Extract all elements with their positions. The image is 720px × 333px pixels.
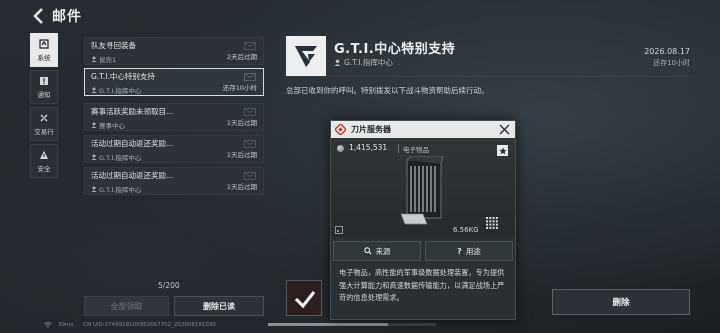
mail-title: 活动过期自动返还奖励...: [91, 171, 174, 180]
ping-text: 39ms: [58, 322, 74, 328]
divider: [286, 76, 690, 77]
question-icon: ?: [457, 246, 462, 256]
tab-notice[interactable]: 通知: [30, 70, 58, 104]
item-description: 电子物品，高性能的军事级数据处理装置，专为提供强大计算能力和高速数据传输能力，以…: [339, 268, 505, 303]
wifi-icon: [44, 322, 52, 328]
search-icon: [363, 247, 372, 255]
item-card: 刀片服务器 1,415,531 电子物品 6.56KG 来源 ? 用途 电子物品…: [330, 120, 516, 320]
claim-all-button[interactable]: 全部领取: [84, 296, 169, 316]
mail-item[interactable]: G.T.I.中心特别支持 G.T.I.指挥中心 还存10小时: [84, 68, 264, 96]
mail-item[interactable]: 活动过期自动返还奖励... G.T.I.指挥中心 1天后过期: [84, 135, 264, 163]
person-icon: [91, 56, 97, 62]
uid-text: CN UID:2749918105952667702_202608181030: [83, 322, 216, 328]
gti-logo-icon: [295, 46, 317, 67]
notice-icon: [40, 76, 48, 85]
envelope-icon: [244, 108, 256, 116]
person-icon: [91, 122, 97, 128]
person-icon: [91, 186, 97, 192]
mail-sender: 鼠壳1: [99, 56, 117, 64]
checkmark-icon: [294, 291, 316, 309]
expand-corner-icon: [335, 226, 343, 234]
tab-label: 安全: [37, 164, 51, 173]
mail-item[interactable]: 队友寻回装备 鼠壳1 2天后过期: [84, 37, 264, 65]
mail-expire: 2天后过期: [226, 53, 257, 61]
mail-detail-sender: G.T.I.指挥中心: [334, 57, 393, 68]
mail-sender: G.T.I.指挥中心: [99, 186, 142, 194]
mail-expire: 还存10小时: [222, 84, 257, 92]
mail-counter: 5/200: [158, 281, 180, 290]
mail-expire: 1天后过期: [226, 183, 257, 191]
back-arrow-icon[interactable]: [30, 7, 48, 25]
item-card-header: 刀片服务器: [331, 121, 515, 138]
system-icon: [39, 38, 49, 49]
status-bar: 39ms CN UID:2749918105952667702_20260818…: [44, 322, 216, 328]
envelope-icon: [244, 73, 256, 81]
usage-label: 用途: [465, 246, 481, 256]
attachment-slot[interactable]: [286, 280, 322, 316]
mail-remaining: 还存10小时: [653, 59, 690, 67]
slider-fill: [268, 323, 388, 326]
item-size-grid-icon: [486, 217, 498, 229]
tab-label: 通知: [37, 90, 51, 99]
mail-item[interactable]: 赛事活跃奖励未领取目... 赛事中心 1天后过期: [84, 103, 264, 131]
item-price: 1,415,531: [349, 143, 388, 152]
mail-title: G.T.I.中心特别支持: [91, 72, 155, 81]
page-title: 邮件: [52, 9, 82, 25]
mail-expire: 1天后过期: [226, 119, 257, 127]
scroll-slider[interactable]: [268, 323, 436, 326]
mail-title: 赛事活跃奖励未领取目...: [91, 107, 174, 116]
mail-expire: 1天后过期: [226, 151, 257, 159]
item-preview: 1,415,531 电子物品 6.56KG: [331, 138, 515, 238]
mail-body: 总部已收到你的呼叫。特别拨发以下战斗物资帮助后续行动。: [286, 86, 489, 95]
sender-logo: [286, 36, 326, 76]
mail-sender: 赛事中心: [99, 122, 125, 130]
tab-label: 交易行: [34, 127, 54, 136]
delete-mail-button[interactable]: 删除: [552, 289, 690, 315]
source-label: 来源: [375, 246, 391, 256]
security-icon: [40, 150, 48, 159]
tab-label: 系统: [37, 53, 51, 62]
person-icon: [334, 59, 341, 66]
tab-trade[interactable]: 交易行: [30, 107, 58, 141]
mail-title: 活动过期自动返还奖励...: [91, 139, 174, 148]
item-weight: 6.56KG: [453, 226, 479, 234]
mail-item[interactable]: 活动过期自动返还奖励... G.T.I.指挥中心 1天后过期: [84, 167, 264, 195]
mail-detail-title: G.T.I.中心特别支持: [334, 42, 456, 57]
coin-icon: [337, 145, 344, 152]
envelope-icon: [244, 172, 256, 180]
person-icon: [91, 154, 97, 160]
rarity-icon: [335, 124, 346, 135]
separator: [398, 144, 399, 153]
tab-security[interactable]: 安全: [30, 144, 58, 178]
item-category: 电子物品: [403, 146, 429, 154]
envelope-icon: [244, 42, 256, 50]
blade-server-image: [400, 156, 444, 225]
mail-date: 2026.08.17: [644, 47, 690, 56]
item-source-button[interactable]: 来源: [333, 241, 421, 261]
sender-name: G.T.I.指挥中心: [344, 58, 393, 67]
item-usage-button[interactable]: ? 用途: [425, 241, 513, 261]
trade-icon: [40, 114, 48, 121]
mail-title: 队友寻回装备: [91, 41, 136, 50]
envelope-icon: [244, 140, 256, 148]
close-icon[interactable]: [498, 123, 511, 136]
delete-read-button[interactable]: 删除已读: [174, 296, 264, 316]
favorite-star-icon[interactable]: [497, 145, 508, 156]
item-name: 刀片服务器: [351, 125, 391, 134]
mail-sender: G.T.I.指挥中心: [99, 87, 142, 95]
person-icon: [91, 87, 97, 93]
mail-sender: G.T.I.指挥中心: [99, 154, 142, 162]
tab-system[interactable]: 系统: [30, 33, 58, 67]
